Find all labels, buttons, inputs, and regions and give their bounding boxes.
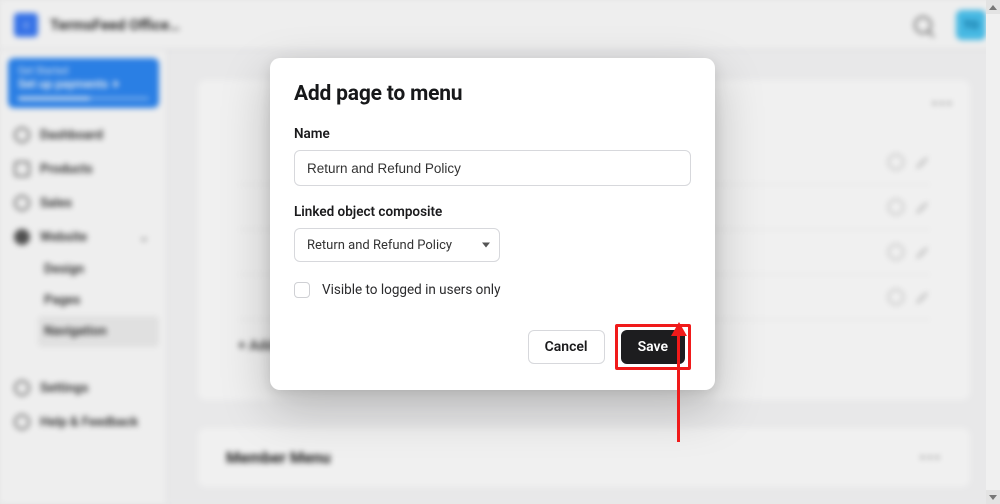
- cancel-button[interactable]: Cancel: [528, 330, 605, 364]
- add-page-to-menu-modal: Add page to menu Name Linked object comp…: [270, 58, 715, 390]
- name-label: Name: [294, 126, 691, 142]
- scroll-down-icon[interactable]: [986, 490, 1000, 504]
- linked-object-select[interactable]: Return and Refund Policy: [294, 228, 500, 262]
- modal-title: Add page to menu: [294, 82, 691, 106]
- chevron-down-icon: [482, 243, 490, 248]
- scroll-up-icon[interactable]: [986, 0, 1000, 14]
- linked-object-value: Return and Refund Policy: [307, 238, 452, 253]
- visible-logged-in-checkbox[interactable]: [294, 282, 310, 298]
- linked-object-label: Linked object composite: [294, 204, 691, 220]
- visible-logged-in-label: Visible to logged in users only: [322, 282, 500, 298]
- annotation-arrow: [677, 334, 680, 442]
- name-input[interactable]: [294, 150, 691, 186]
- browser-scrollbar[interactable]: [986, 0, 1000, 504]
